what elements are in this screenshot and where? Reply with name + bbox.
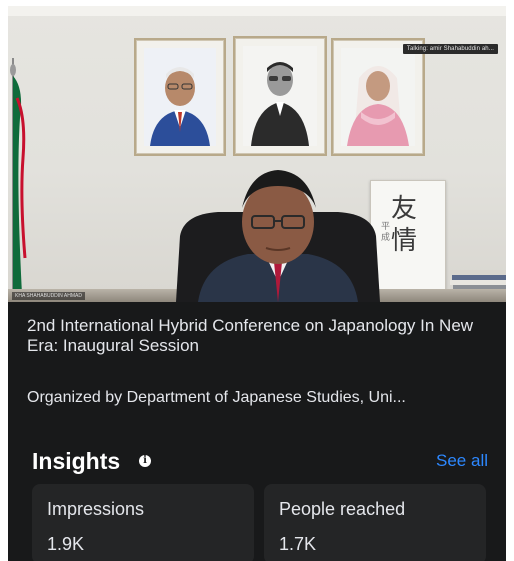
video-ceiling <box>8 6 506 16</box>
portrait-frame-center <box>233 36 327 156</box>
impressions-card[interactable]: Impressions 1.9K <box>32 484 254 561</box>
people-reached-card[interactable]: People reached 1.7K <box>264 484 486 561</box>
participant-name-tag: KHA SHAHABUDDIN AHMAD <box>12 292 85 300</box>
portrait-frame-right <box>331 38 425 156</box>
insights-header: Insights i See all <box>32 446 492 476</box>
flag-image <box>10 58 27 294</box>
people-reached-label: People reached <box>279 499 406 519</box>
speaker-image <box>176 170 380 302</box>
post-title: 2nd International Hybrid Conference on J… <box>27 316 474 355</box>
info-icon[interactable]: i <box>139 455 151 467</box>
see-all-link[interactable]: See all <box>436 450 488 472</box>
app-frame: Talking: amir Shahabuddin ah... 友 情 平成 K… <box>8 6 506 561</box>
people-reached-value: 1.7K <box>279 534 317 554</box>
post-organizer[interactable]: Organized by Department of Japanese Stud… <box>27 388 497 408</box>
video-player[interactable]: Talking: amir Shahabuddin ah... 友 情 平成 K… <box>8 6 506 302</box>
insights-title: Insights <box>32 448 121 474</box>
impressions-value: 1.9K <box>47 534 85 554</box>
portrait-frame-left <box>134 38 226 156</box>
speaker-caption-badge: Talking: amir Shahabuddin ah... <box>402 44 498 54</box>
impressions-label: Impressions <box>47 499 145 519</box>
